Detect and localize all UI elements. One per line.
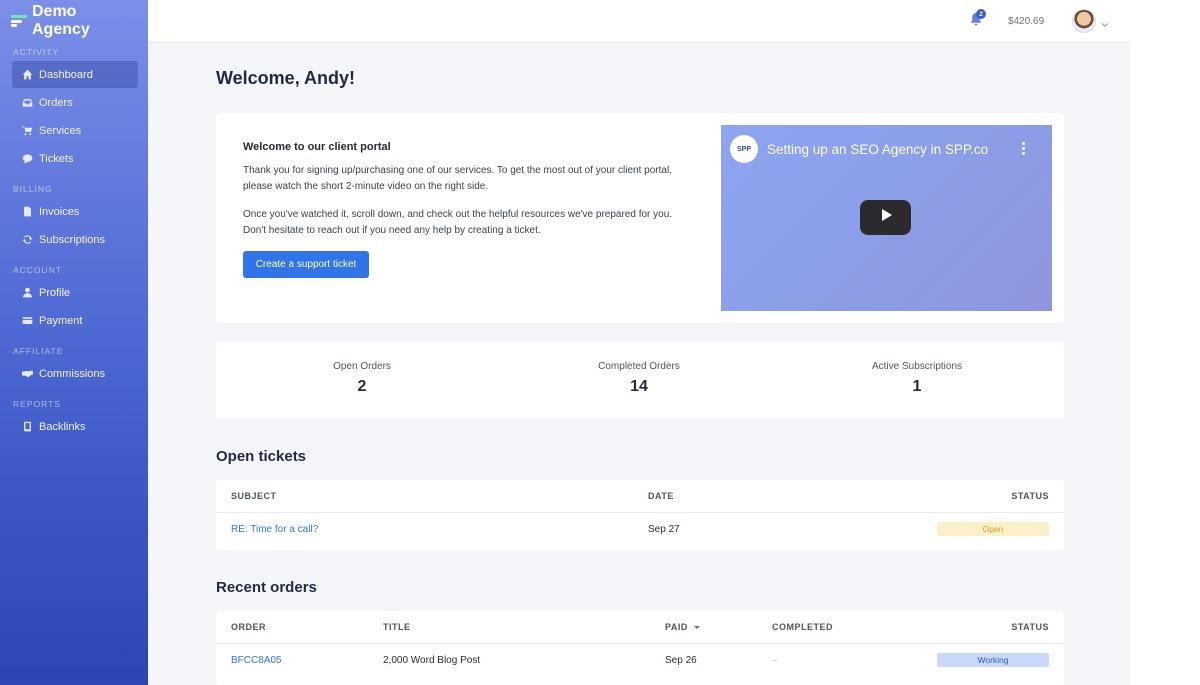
column-header-order: ORDER	[231, 622, 267, 632]
notifications-button[interactable]: 2	[970, 9, 986, 28]
sidebar-section-account: ACCOUNT	[13, 265, 63, 275]
book-icon	[21, 421, 33, 433]
brand[interactable]: Demo Agency	[10, 0, 138, 42]
column-header-date: DATE	[648, 491, 674, 501]
intro-video[interactable]: SPP Setting up an SEO Agency in SPP.co	[721, 125, 1052, 311]
sidebar-item-label: Services	[39, 124, 82, 137]
welcome-heading: Welcome to our client portal	[243, 141, 391, 153]
home-icon	[21, 69, 33, 81]
open-tickets-title: Open tickets	[216, 448, 307, 465]
sidebar-item-label: Backlinks	[39, 420, 86, 433]
sidebar-item-backlinks[interactable]: Backlinks	[12, 413, 138, 440]
sidebar-item-label: Orders	[39, 96, 73, 109]
stat-label: Completed Orders	[598, 361, 680, 372]
stat-active-subscriptions[interactable]: Active Subscriptions 1	[817, 361, 1017, 396]
status-badge: Open	[937, 522, 1049, 536]
video-channel-logo: SPP	[730, 135, 758, 163]
stat-value: 1	[912, 378, 922, 395]
file-icon	[21, 206, 33, 218]
notification-count-badge: 2	[976, 9, 986, 19]
welcome-card: Welcome to our client portal Thank you f…	[216, 113, 1064, 323]
user-icon	[21, 287, 33, 299]
sidebar-item-label: Commissions	[39, 367, 106, 380]
chevron-down-icon[interactable]	[1101, 16, 1111, 28]
column-header-completed: COMPLETED	[772, 622, 834, 632]
brand-logo-icon	[11, 15, 27, 27]
cart-icon	[21, 125, 33, 137]
create-support-ticket-button[interactable]: Create a support ticket	[243, 251, 369, 278]
inbox-icon	[21, 97, 33, 109]
main-content: Welcome, Andy! Welcome to our client por…	[148, 43, 1130, 685]
avatar[interactable]	[1072, 9, 1096, 33]
sidebar-item-label: Subscriptions	[39, 233, 106, 246]
stat-open-orders[interactable]: Open Orders 2	[262, 361, 462, 396]
column-header-status: STATUS	[1011, 491, 1049, 501]
recent-orders-table: ORDER TITLE PAID COMPLETED STATUS BFCC8A…	[216, 611, 1064, 685]
sidebar-item-dashboard[interactable]: Dashboard	[12, 61, 138, 88]
play-button[interactable]	[860, 200, 911, 235]
sidebar-item-subscriptions[interactable]: Subscriptions	[12, 226, 138, 253]
credit-card-icon	[21, 315, 33, 327]
refresh-icon	[21, 234, 33, 246]
sidebar-section-affiliate: AFFILIATE	[13, 346, 64, 356]
sidebar-section-billing: BILLING	[13, 184, 53, 194]
brand-name: Demo Agency	[31, 3, 90, 38]
play-icon	[879, 208, 893, 227]
stat-label: Open Orders	[333, 361, 391, 372]
sidebar-item-label: Dashboard	[39, 68, 93, 81]
stat-value: 14	[630, 378, 648, 395]
divider	[216, 643, 1064, 644]
column-header-status: STATUS	[1011, 622, 1049, 632]
ticket-date: Sep 27	[648, 524, 680, 535]
open-tickets-table: SUBJECT DATE STATUS RE: Time for a call?…	[216, 480, 1064, 550]
sidebar-item-orders[interactable]: Orders	[12, 89, 138, 116]
sidebar-item-payment[interactable]: Payment	[12, 307, 138, 334]
sidebar-item-profile[interactable]: Profile	[12, 279, 138, 306]
sort-desc-icon	[693, 626, 700, 629]
status-badge: Working	[937, 653, 1049, 667]
more-options-icon[interactable]	[1019, 141, 1027, 157]
page-title: Welcome, Andy!	[216, 68, 356, 88]
sidebar-item-label: Profile	[39, 286, 71, 299]
recent-orders-title: Recent orders	[216, 579, 317, 596]
welcome-paragraph-1: Thank you for signing up/purchasing one …	[243, 165, 672, 192]
sidebar-item-label: Tickets	[39, 152, 74, 165]
stat-completed-orders[interactable]: Completed Orders 14	[539, 361, 739, 396]
chat-icon	[21, 153, 33, 165]
stats-card: Open Orders 2 Completed Orders 14 Active…	[216, 342, 1064, 418]
sidebar-section-reports: REPORTS	[13, 399, 61, 409]
divider	[216, 512, 1064, 513]
sidebar-item-commissions[interactable]: Commissions	[12, 360, 138, 387]
order-completed-date: –	[772, 655, 778, 666]
order-id-link[interactable]: BFCC8A05	[231, 655, 282, 666]
welcome-paragraph-2: Once you've watched it, scroll down, and…	[243, 209, 673, 236]
sidebar-section-activity: ACTIVITY	[13, 47, 60, 57]
column-header-subject: SUBJECT	[231, 491, 277, 501]
order-paid-date: Sep 26	[665, 655, 697, 666]
sidebar-item-services[interactable]: Services	[12, 117, 138, 144]
sidebar-item-label: Payment	[39, 314, 83, 327]
account-balance: $420.69	[1008, 16, 1045, 27]
sidebar-item-invoices[interactable]: Invoices	[12, 198, 138, 225]
handshake-icon	[21, 368, 33, 380]
column-header-label: PAID	[665, 622, 688, 632]
column-header-title: TITLE	[383, 622, 411, 632]
sidebar: Demo Agency ACTIVITY Dashboard Orders Se…	[0, 0, 148, 685]
ticket-subject-link[interactable]: RE: Time for a call?	[231, 524, 318, 535]
sidebar-item-label: Invoices	[39, 205, 80, 218]
stat-label: Active Subscriptions	[871, 361, 963, 372]
sidebar-item-tickets[interactable]: Tickets	[12, 145, 138, 172]
column-header-paid[interactable]: PAID	[665, 611, 700, 643]
top-bar: 2 $420.69	[148, 0, 1130, 43]
stat-value: 2	[357, 378, 367, 395]
order-title: 2,000 Word Blog Post	[383, 655, 481, 666]
video-title[interactable]: Setting up an SEO Agency in SPP.co	[767, 142, 988, 157]
